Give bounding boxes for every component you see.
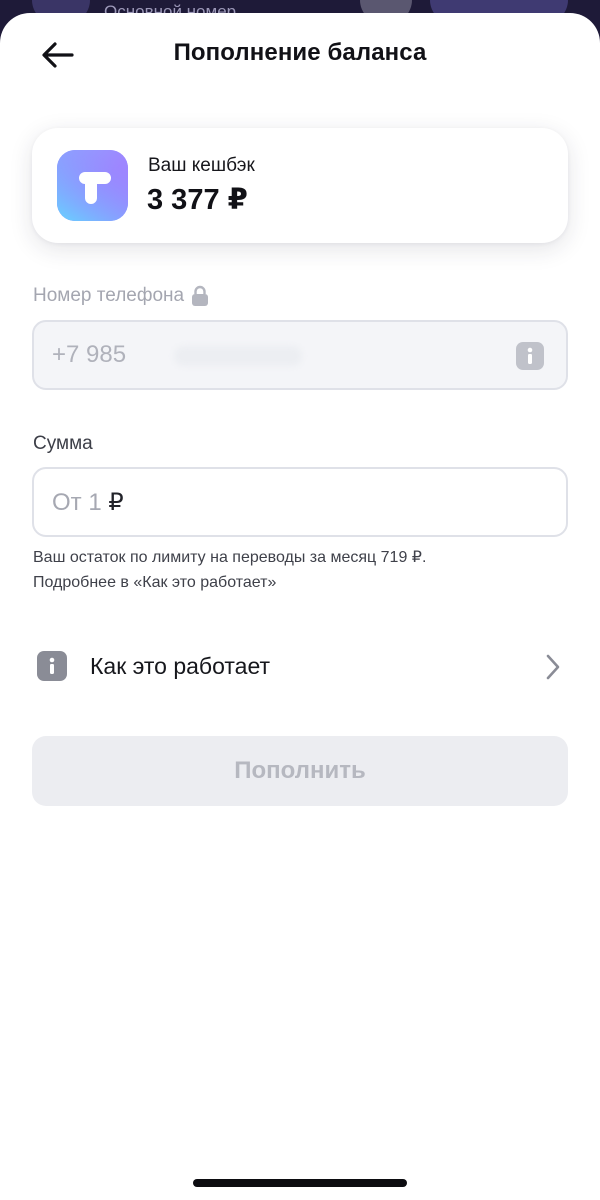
lock-icon xyxy=(192,285,209,306)
limit-hint-line2: Подробнее в «Как это работает» xyxy=(33,574,277,591)
phone-info-button[interactable] xyxy=(516,342,544,370)
sum-placeholder-text: От 1 xyxy=(52,489,102,516)
sum-currency: ₽ xyxy=(108,489,124,516)
info-icon xyxy=(527,347,533,364)
sum-input[interactable]: От 1 ₽ xyxy=(32,467,568,537)
phone-value: +7 985 xyxy=(52,341,127,368)
phone-label: Номер телефона xyxy=(33,285,209,307)
chevron-right-icon xyxy=(546,654,560,680)
plus-logo-icon xyxy=(57,150,128,221)
sum-placeholder: От 1 ₽ xyxy=(52,488,124,517)
cashback-label: Ваш кешбэк xyxy=(148,155,255,176)
phone-hidden-digits xyxy=(174,346,302,366)
bottom-sheet: Пополнение баланса Ваш кешбэк 3 377 ₽ Но… xyxy=(0,13,600,1200)
sum-label: Сумма xyxy=(33,433,93,454)
how-it-works-row[interactable]: Как это работает xyxy=(32,641,568,691)
submit-button[interactable]: Пополнить xyxy=(32,736,568,806)
page-title: Пополнение баланса xyxy=(173,39,427,66)
home-indicator xyxy=(193,1179,407,1187)
limit-hint: Ваш остаток по лимиту на переводы за мес… xyxy=(33,545,426,595)
cashback-value: 3 377 ₽ xyxy=(147,184,248,216)
limit-hint-line1: Ваш остаток по лимиту на переводы за мес… xyxy=(33,549,427,566)
phone-label-text: Номер телефона xyxy=(33,285,185,306)
phone-input: +7 985 xyxy=(32,320,568,390)
info-icon xyxy=(37,651,67,681)
how-it-works-label: Как это работает xyxy=(90,652,271,679)
header: Пополнение баланса xyxy=(0,13,600,93)
app-logo xyxy=(57,150,128,221)
cashback-card: Ваш кешбэк 3 377 ₽ xyxy=(32,128,568,243)
